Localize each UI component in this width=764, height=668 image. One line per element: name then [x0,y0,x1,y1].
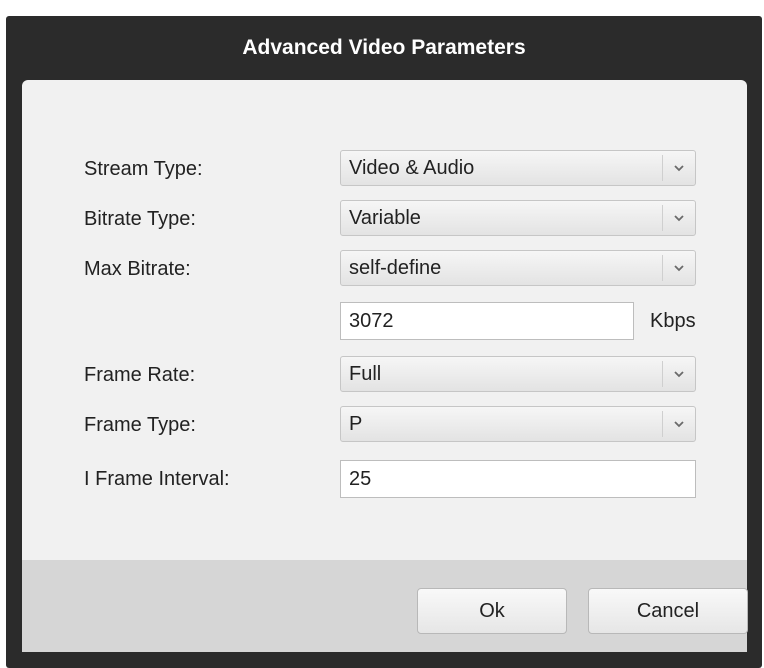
frame-type-row: Frame Type: P [22,406,747,444]
frame-rate-select[interactable]: Full [340,356,696,392]
chevron-down-icon[interactable] [662,155,695,181]
chevron-down-icon[interactable] [662,255,695,281]
cancel-button[interactable]: Cancel [588,588,748,634]
max-bitrate-select[interactable]: self-define [340,250,696,286]
stream-type-select[interactable]: Video & Audio [340,150,696,186]
frame-rate-row: Frame Rate: Full [22,356,747,394]
max-bitrate-label: Max Bitrate: [84,258,191,280]
frame-type-value: P [349,413,363,435]
frame-rate-label: Frame Rate: [84,364,196,386]
dialog-title: Advanced Video Parameters [242,36,526,59]
bitrate-type-row: Bitrate Type: Variable [22,200,747,238]
advanced-video-parameters-dialog: Advanced Video Parameters Stream Type: V… [6,16,762,668]
bitrate-type-label: Bitrate Type: [84,208,196,230]
dialog-content: Stream Type: Video & Audio Bitrate Type:… [22,80,747,560]
max-bitrate-row: Max Bitrate: self-define [22,250,747,288]
i-frame-interval-row: I Frame Interval: 25 [22,460,747,498]
custom-bitrate-input[interactable]: 3072 [340,302,634,340]
chevron-down-icon[interactable] [662,411,695,437]
frame-type-label: Frame Type: [84,414,196,436]
chevron-down-icon[interactable] [662,205,695,231]
chevron-down-icon[interactable] [662,361,695,387]
bitrate-unit-label: Kbps [650,310,696,332]
frame-type-select[interactable]: P [340,406,696,442]
bitrate-type-value: Variable [349,207,421,229]
bitrate-type-select[interactable]: Variable [340,200,696,236]
frame-rate-value: Full [349,363,382,385]
stream-type-label: Stream Type: [84,158,203,180]
i-frame-interval-input[interactable]: 25 [340,460,696,498]
max-bitrate-value: self-define [349,257,442,279]
dialog-footer: Ok Cancel [22,560,748,652]
stream-type-value: Video & Audio [349,157,475,179]
custom-bitrate-row: 3072 Kbps [22,302,747,340]
i-frame-interval-label: I Frame Interval: [84,468,230,490]
ok-button[interactable]: Ok [417,588,567,634]
stream-type-row: Stream Type: Video & Audio [22,150,747,188]
